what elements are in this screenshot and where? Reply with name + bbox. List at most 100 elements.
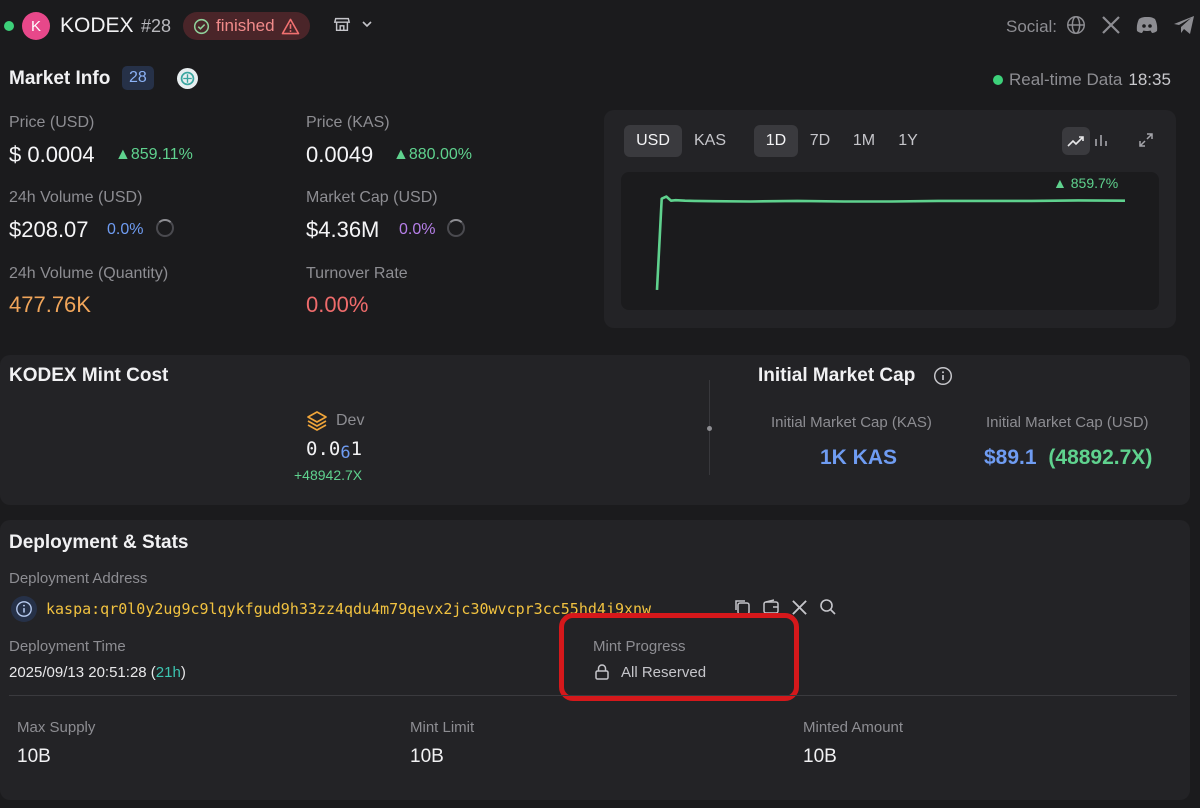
price-kas-label: Price (KAS) (306, 114, 390, 131)
mint-value-prefix: 0.0 (306, 438, 341, 460)
online-status-dot (4, 21, 14, 31)
realtime-label: Real-time Data (1009, 70, 1123, 89)
price-chart-panel: USD KAS 1D 7D 1M 1Y ▲ 859.7% (604, 110, 1176, 328)
initial-mcap-usd-amount: $89.1 (984, 446, 1037, 469)
initial-mcap-kas-label: Initial Market Cap (KAS) (771, 414, 932, 431)
globe-icon[interactable] (1065, 14, 1087, 36)
social-links (1065, 14, 1195, 36)
market-count-badge: 28 (122, 66, 154, 90)
check-circle-icon (193, 18, 210, 35)
realtime-time: 18:35 (1128, 70, 1171, 89)
chevron-down-icon (361, 19, 373, 29)
price-usd-change: ▲859.11% (115, 146, 193, 163)
price-usd-label: Price (USD) (9, 114, 95, 131)
trend-line-icon (1067, 134, 1085, 148)
mint-progress-highlight (559, 613, 799, 701)
token-chain-icon[interactable] (177, 68, 198, 89)
range-tab-1d[interactable]: 1D (754, 125, 798, 157)
token-logo: K (22, 12, 50, 40)
initial-mcap-usd-label: Initial Market Cap (USD) (986, 414, 1149, 431)
social-label: Social: (1006, 17, 1058, 36)
stats-divider (9, 695, 1177, 696)
market-cap-loading-icon (447, 219, 465, 237)
volume-loading-icon (156, 219, 174, 237)
initial-mcap-usd-value: $89.1 (48892.7X) (984, 446, 1152, 470)
market-cap-change: 0.0% (399, 221, 436, 238)
dev-multiplier: +48942.7X (294, 467, 363, 483)
logo-letter: K (30, 17, 41, 35)
deployment-time-label: Deployment Time (9, 638, 126, 655)
chart-change-label: ▲ 859.7% (1053, 175, 1119, 191)
deployment-time-close: ) (180, 664, 186, 681)
x-twitter-icon[interactable] (1101, 15, 1121, 35)
volume-usd-value: $208.07 (9, 217, 89, 242)
telegram-icon[interactable] (1173, 15, 1195, 35)
initial-mcap-kas-value: 1K KAS (820, 446, 898, 469)
expand-chart-button[interactable] (1138, 132, 1154, 148)
deployment-time-text: 2025/09/13 20:51:28 ( (9, 664, 156, 681)
expand-icon (1138, 132, 1154, 148)
info-icon[interactable] (933, 366, 953, 386)
minted-amount-label: Minted Amount (803, 719, 904, 736)
currency-tab-kas[interactable]: KAS (684, 125, 736, 157)
price-series-line (655, 195, 1126, 290)
turnover-value: 0.00% (306, 292, 369, 317)
max-supply-value: 10B (17, 746, 51, 767)
mint-cost-title: KODEX Mint Cost (9, 365, 169, 386)
status-badge: finished (183, 12, 310, 40)
deployment-title: Deployment & Stats (9, 532, 189, 553)
market-cap-value: $4.36M (306, 217, 380, 242)
dev-mint-value: 0.061 (306, 438, 364, 463)
store-icon (333, 15, 351, 33)
address-info-icon[interactable] (11, 596, 37, 622)
max-supply-label: Max Supply (17, 719, 96, 736)
price-usd-value: $ 0.0004 (9, 142, 95, 167)
market-cap-label: Market Cap (USD) (306, 189, 438, 206)
mint-limit-label: Mint Limit (410, 719, 475, 736)
realtime-dot (993, 75, 1003, 85)
token-name: KODEX (60, 14, 134, 37)
volume-usd-label: 24h Volume (USD) (9, 189, 143, 206)
layers-icon (306, 410, 328, 432)
currency-tab-kas-label: KAS (693, 132, 726, 149)
mint-value-suffix: 1 (350, 438, 363, 460)
range-tab-1y[interactable]: 1Y (888, 125, 928, 157)
currency-tab-usd[interactable]: USD (624, 125, 682, 157)
search-icon[interactable] (819, 598, 837, 616)
deployment-time-value: 2025/09/13 20:51:28 (21h) (9, 664, 186, 681)
initial-mcap-title: Initial Market Cap (758, 365, 916, 386)
line-chart-toggle[interactable] (1062, 127, 1090, 155)
discord-icon[interactable] (1135, 15, 1159, 35)
x-share-icon[interactable] (791, 599, 808, 616)
range-tab-1d-label: 1D (765, 132, 787, 149)
bar-chart-toggle[interactable] (1094, 133, 1108, 147)
price-kas-value: 0.0049 (306, 142, 374, 167)
volume-qty-label: 24h Volume (Quantity) (9, 265, 169, 282)
range-tab-7d-label: 7D (809, 132, 831, 149)
deployment-address-label: Deployment Address (9, 570, 148, 587)
market-info-title: Market Info (9, 68, 111, 89)
price-line-chart (655, 195, 1126, 290)
mint-limit-value: 10B (410, 746, 444, 767)
range-tab-1m-label: 1M (852, 132, 876, 149)
deployment-time-ago: 21h (155, 664, 181, 681)
turnover-label: Turnover Rate (306, 265, 408, 282)
warning-icon[interactable] (281, 18, 300, 35)
range-tab-1y-label: 1Y (898, 132, 918, 149)
range-tab-7d[interactable]: 7D (800, 125, 840, 157)
dev-label: Dev (336, 412, 365, 429)
chart-area[interactable]: ▲ 859.7% (621, 172, 1159, 310)
dev-mint-entry: Dev 0.061 +48942.7X (294, 410, 365, 483)
volume-qty-value: 477.76K (9, 292, 91, 317)
initial-mcap-usd-multiplier: (48892.7X) (1048, 446, 1153, 469)
minted-amount-value: 10B (803, 746, 837, 767)
store-dropdown-button[interactable] (333, 15, 373, 33)
mint-value-sub: 6 (340, 443, 351, 463)
divider-dot (707, 426, 712, 431)
token-rank: #28 (141, 16, 172, 36)
price-kas-change: ▲880.00% (393, 146, 472, 163)
bar-chart-icon (1094, 133, 1108, 147)
volume-usd-change: 0.0% (107, 221, 144, 238)
range-tab-1m[interactable]: 1M (844, 125, 884, 157)
realtime-indicator: Real-time Data 18:35 (993, 70, 1171, 90)
